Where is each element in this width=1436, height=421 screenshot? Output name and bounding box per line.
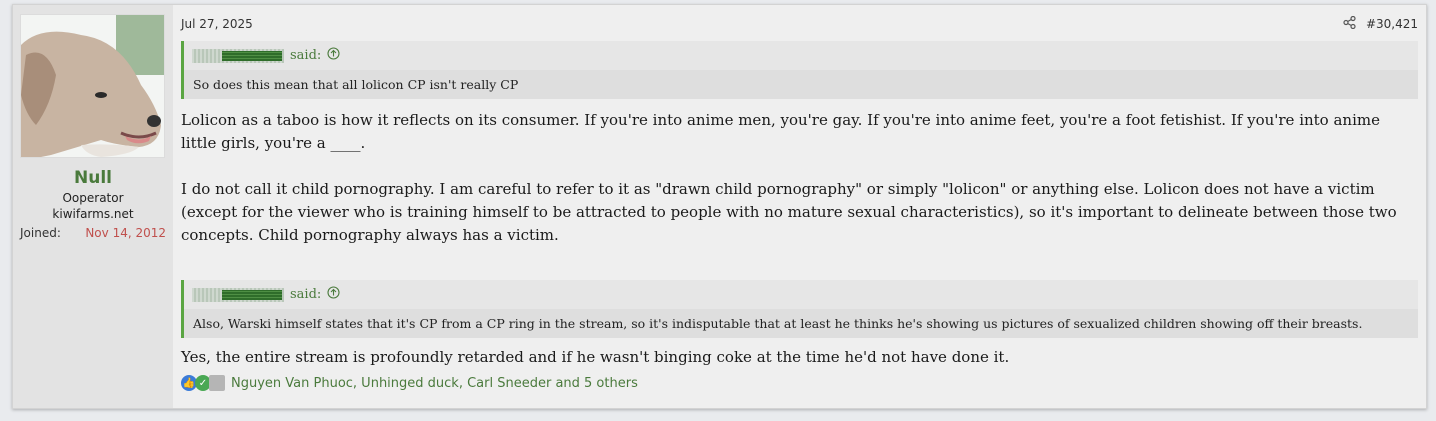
share-icon[interactable]: [1343, 15, 1356, 32]
quote-said: said:: [290, 48, 322, 63]
quote-author-redacted[interactable]: [192, 287, 284, 302]
quote-header: said:: [184, 41, 1418, 70]
user-site: kiwifarms.net: [52, 207, 134, 221]
quote-block: said: So does this mean that all lolicon…: [181, 41, 1418, 99]
post-header: Jul 27, 2025 #30,421: [181, 15, 1418, 33]
post-paragraph: Lolicon as a taboo is how it reflects on…: [181, 111, 1380, 152]
avatar[interactable]: [20, 14, 165, 158]
arrow-up-circle-icon[interactable]: [327, 47, 340, 64]
quote-text: So does this mean that all lolicon CP is…: [184, 70, 1418, 99]
joined-date: Nov 14, 2012: [85, 226, 166, 240]
user-info-panel: Null Ooperator kiwifarms.net Joined: Nov…: [13, 5, 173, 408]
quote-text: Also, Warski himself states that it's CP…: [184, 309, 1418, 338]
post-number[interactable]: #30,421: [1366, 17, 1418, 31]
reactions-bar: 👍 ✓ Nguyen Van Phuoc, Unhinged duck, Car…: [181, 375, 1418, 391]
post-header-actions: #30,421: [1343, 15, 1418, 32]
post-container: Null Ooperator kiwifarms.net Joined: Nov…: [12, 4, 1427, 409]
quote-header: said:: [184, 280, 1418, 309]
joined-label: Joined:: [20, 226, 61, 240]
arrow-up-circle-icon[interactable]: [327, 286, 340, 303]
post-paragraph: Yes, the entire stream is profoundly ret…: [181, 348, 1010, 366]
user-title: Ooperator: [62, 191, 124, 205]
quote-author-redacted[interactable]: [192, 48, 284, 63]
reactions-list[interactable]: Nguyen Van Phuoc, Unhinged duck, Carl Sn…: [231, 376, 638, 391]
reaction-image-icon: [209, 375, 225, 391]
post-main: Jul 27, 2025 #30,421 said: So does this …: [173, 5, 1426, 408]
quote-block: said: Also, Warski himself states that i…: [181, 280, 1418, 338]
post-date[interactable]: Jul 27, 2025: [181, 17, 253, 31]
joined-row: Joined: Nov 14, 2012: [20, 226, 166, 240]
reaction-icons[interactable]: 👍 ✓: [181, 375, 225, 391]
username[interactable]: Null: [20, 168, 166, 188]
post-paragraph: I do not call it child pornography. I am…: [181, 180, 1397, 244]
quote-said: said:: [290, 287, 322, 302]
